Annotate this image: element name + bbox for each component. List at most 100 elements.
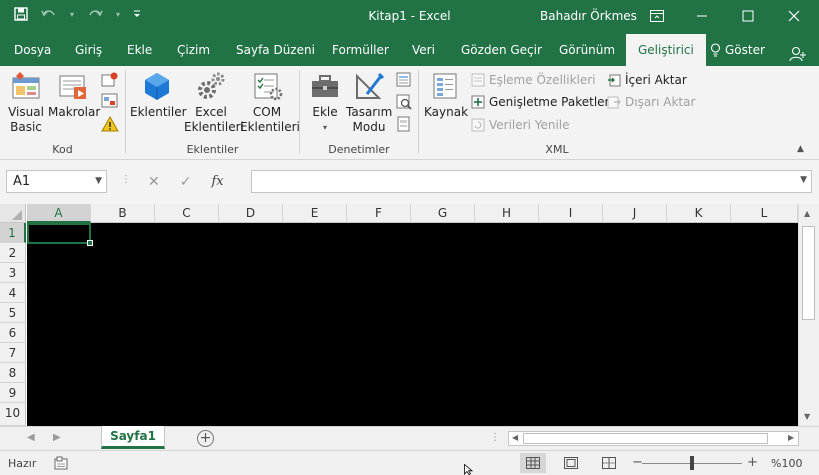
zoom-in-icon[interactable]: + [747, 455, 758, 470]
excel-add-ins-button[interactable]: Excel Eklentileri [184, 70, 244, 135]
zoom-level[interactable]: %100 [771, 457, 802, 470]
record-macro-icon[interactable] [101, 72, 119, 91]
enter-icon[interactable]: ✓ [180, 174, 192, 190]
row-header[interactable]: 7 [0, 343, 26, 363]
tab-formuller[interactable]: Formüller [332, 34, 389, 66]
chevron-down-icon[interactable]: ▼ [95, 171, 102, 192]
insert-function-icon[interactable]: fx [211, 174, 223, 189]
run-dialog-icon[interactable] [396, 116, 412, 135]
column-header[interactable]: I [539, 204, 603, 223]
tab-veri[interactable]: Veri [412, 34, 435, 66]
column-header[interactable]: E [283, 204, 347, 223]
column-header[interactable]: J [603, 204, 667, 223]
next-sheet-icon[interactable]: ▶ [53, 432, 61, 443]
column-header[interactable]: A [27, 204, 91, 223]
com-add-ins-button[interactable]: COM Eklentileri [240, 70, 300, 135]
view-code-icon[interactable] [396, 94, 412, 113]
horizontal-scrollbar[interactable]: ◀ ▶ [508, 431, 799, 446]
xml-source-button[interactable]: Kaynak [424, 70, 468, 120]
sheet-tab[interactable]: Sayfa1 [101, 426, 165, 449]
design-mode-button[interactable]: Tasarım Modu [346, 70, 392, 135]
row-header[interactable]: 1 [0, 223, 26, 243]
column-header[interactable]: L [731, 204, 798, 223]
import-label: İçeri Aktar [625, 73, 687, 87]
row-header[interactable]: 3 [0, 263, 26, 283]
name-box[interactable]: A1 ▼ [6, 170, 107, 193]
add-ins-icon [145, 73, 169, 100]
tell-me-box[interactable]: Göster [710, 34, 765, 66]
cancel-icon[interactable]: ✕ [148, 174, 160, 190]
user-name[interactable]: Bahadır Örkmes [540, 9, 637, 23]
formula-bar-resize-icon[interactable]: ⋮ [121, 174, 131, 185]
macro-recording-icon[interactable] [54, 456, 68, 473]
row-header[interactable]: 10 [0, 403, 26, 426]
horizontal-scroll-thumb[interactable] [523, 433, 768, 444]
collapse-ribbon-icon[interactable]: ▲ [797, 144, 804, 154]
export-label: Dışarı Aktar [625, 95, 696, 109]
add-ins-button[interactable]: Eklentiler [130, 70, 187, 120]
expansion-packs-icon [471, 95, 485, 109]
ribbon-display-options-button[interactable] [647, 6, 667, 26]
tab-gorunum[interactable]: Görünüm [559, 34, 615, 66]
share-button[interactable] [789, 42, 807, 62]
relative-references-icon[interactable] [101, 93, 119, 112]
column-header[interactable]: F [347, 204, 411, 223]
row-header[interactable]: 5 [0, 303, 26, 323]
tab-ekle[interactable]: Ekle [127, 34, 152, 66]
macros-button[interactable]: Makrolar [48, 70, 100, 120]
visual-basic-button[interactable]: Visual Basic [6, 70, 46, 135]
scroll-right-icon[interactable]: ▶ [788, 433, 794, 442]
formula-bar-buttons: ✕ ✓ fx [138, 170, 248, 193]
row-header[interactable]: 2 [0, 243, 26, 263]
tab-giris[interactable]: Giriş [75, 34, 102, 66]
scroll-left-icon[interactable]: ◀ [512, 433, 518, 442]
page-break-preview-button[interactable] [596, 453, 622, 473]
scroll-down-icon[interactable]: ▼ [804, 412, 810, 421]
export-button[interactable]: Dışarı Aktar [607, 95, 695, 109]
row-header[interactable]: 6 [0, 323, 26, 343]
zoom-slider-thumb[interactable] [690, 456, 694, 470]
minimize-button[interactable] [692, 6, 712, 26]
fill-handle[interactable] [87, 240, 93, 246]
refresh-data-button[interactable]: Verileri Yenile [471, 118, 570, 132]
row-header[interactable]: 8 [0, 363, 26, 383]
close-button[interactable] [784, 6, 804, 26]
column-header[interactable]: H [475, 204, 539, 223]
vertical-scroll-thumb[interactable] [802, 226, 815, 320]
chevron-down-icon[interactable]: ▼ [800, 175, 807, 185]
scroll-up-icon[interactable]: ▲ [804, 209, 810, 218]
tab-sayfa-duzeni[interactable]: Sayfa Düzeni [236, 34, 315, 66]
properties-icon[interactable] [396, 72, 412, 91]
row-header[interactable]: 9 [0, 383, 26, 403]
com-add-ins-label: COM Eklentileri [240, 105, 300, 134]
expansion-packs-button[interactable]: Genişletme Paketleri [471, 95, 613, 109]
column-header[interactable]: G [411, 204, 475, 223]
normal-view-button[interactable] [520, 453, 546, 473]
select-all-button[interactable] [0, 204, 26, 223]
tab-cizim[interactable]: Çizim [177, 34, 210, 66]
add-sheet-icon[interactable]: + [197, 430, 214, 447]
map-properties-label: Eşleme Özellikleri [489, 73, 596, 87]
row-header[interactable]: 4 [0, 283, 26, 303]
column-header[interactable]: K [667, 204, 731, 223]
tab-dosya[interactable]: Dosya [14, 34, 51, 66]
import-button[interactable]: İçeri Aktar [607, 73, 687, 87]
tab-gozden-gecir[interactable]: Gözden Geçir [461, 34, 542, 66]
column-header[interactable]: D [219, 204, 283, 223]
formula-input[interactable]: ▼ [251, 170, 812, 193]
cell-area[interactable] [27, 223, 798, 426]
macro-security-icon[interactable] [101, 115, 119, 135]
visual-basic-icon [12, 72, 40, 99]
active-cell[interactable] [27, 223, 93, 246]
vertical-scrollbar[interactable]: ▲ ▼ [798, 204, 819, 426]
maximize-button[interactable] [738, 6, 758, 26]
column-header[interactable]: B [91, 204, 155, 223]
column-header[interactable]: C [155, 204, 219, 223]
tab-gelistirici[interactable]: Geliştirici [626, 34, 706, 67]
map-properties-button[interactable]: Eşleme Özellikleri [471, 73, 596, 87]
page-layout-view-button[interactable] [558, 453, 584, 473]
tab-split-handle-icon[interactable]: ⋮ [490, 432, 500, 443]
visual-basic-label: Visual Basic [8, 105, 44, 134]
insert-controls-button[interactable]: Ekle ▾ [306, 70, 344, 135]
previous-sheet-icon[interactable]: ◀ [27, 432, 35, 443]
